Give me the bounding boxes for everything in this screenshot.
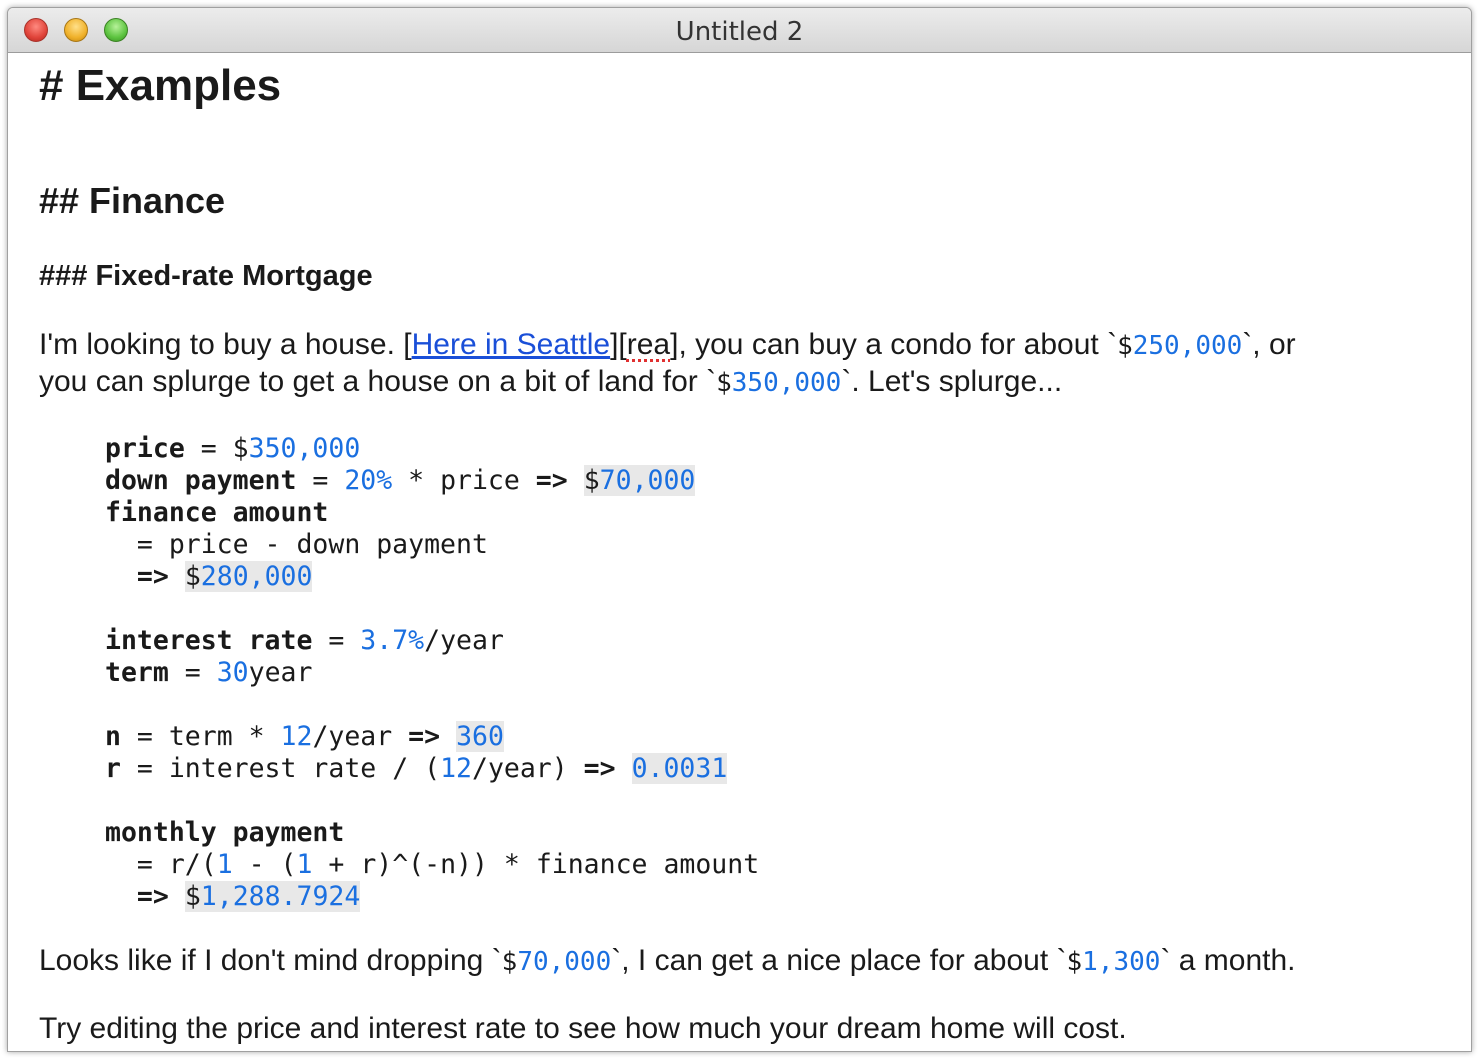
heading-finance[interactable]: ## Finance (39, 180, 225, 222)
heading-fixed-rate-mortgage[interactable]: ### Fixed-rate Mortgage (39, 260, 373, 293)
paragraph-try-editing[interactable]: Try editing the price and interest rate … (39, 1011, 1127, 1047)
result-finance-amount: $280,000 (184, 561, 313, 592)
title-bar[interactable]: Untitled 2 (8, 8, 1471, 53)
paragraph-intro[interactable]: I'm looking to buy a house. [Here in Sea… (39, 327, 1296, 401)
inline-code-condo-price: $250,000 (1117, 331, 1243, 361)
result-monthly-payment: $1,288.7924 (184, 881, 361, 912)
inline-code-monthly: $1,300 (1066, 947, 1161, 977)
paragraph-conclusion[interactable]: Looks like if I don't mind dropping `$70… (39, 943, 1296, 980)
heading-examples[interactable]: # Examples (39, 61, 281, 111)
inline-code-house-price: $350,000 (716, 368, 842, 398)
inline-code-down-payment: $70,000 (501, 947, 612, 977)
result-r: 0.0031 (631, 753, 728, 784)
window-title: Untitled 2 (675, 17, 804, 47)
seattle-link[interactable]: Here in Seattle (412, 328, 610, 361)
result-n: 360 (456, 721, 504, 752)
editor-area[interactable]: # Examples ## Finance ### Fixed-rate Mor… (8, 53, 1471, 1051)
document-window: Untitled 2 # Examples ## Finance ### Fix… (7, 7, 1472, 1052)
result-down-payment: $70,000 (583, 465, 696, 496)
calculation-block[interactable]: price = $350,000 down payment = 20% * pr… (105, 433, 759, 913)
misspelled-ref[interactable]: rea (627, 328, 670, 361)
